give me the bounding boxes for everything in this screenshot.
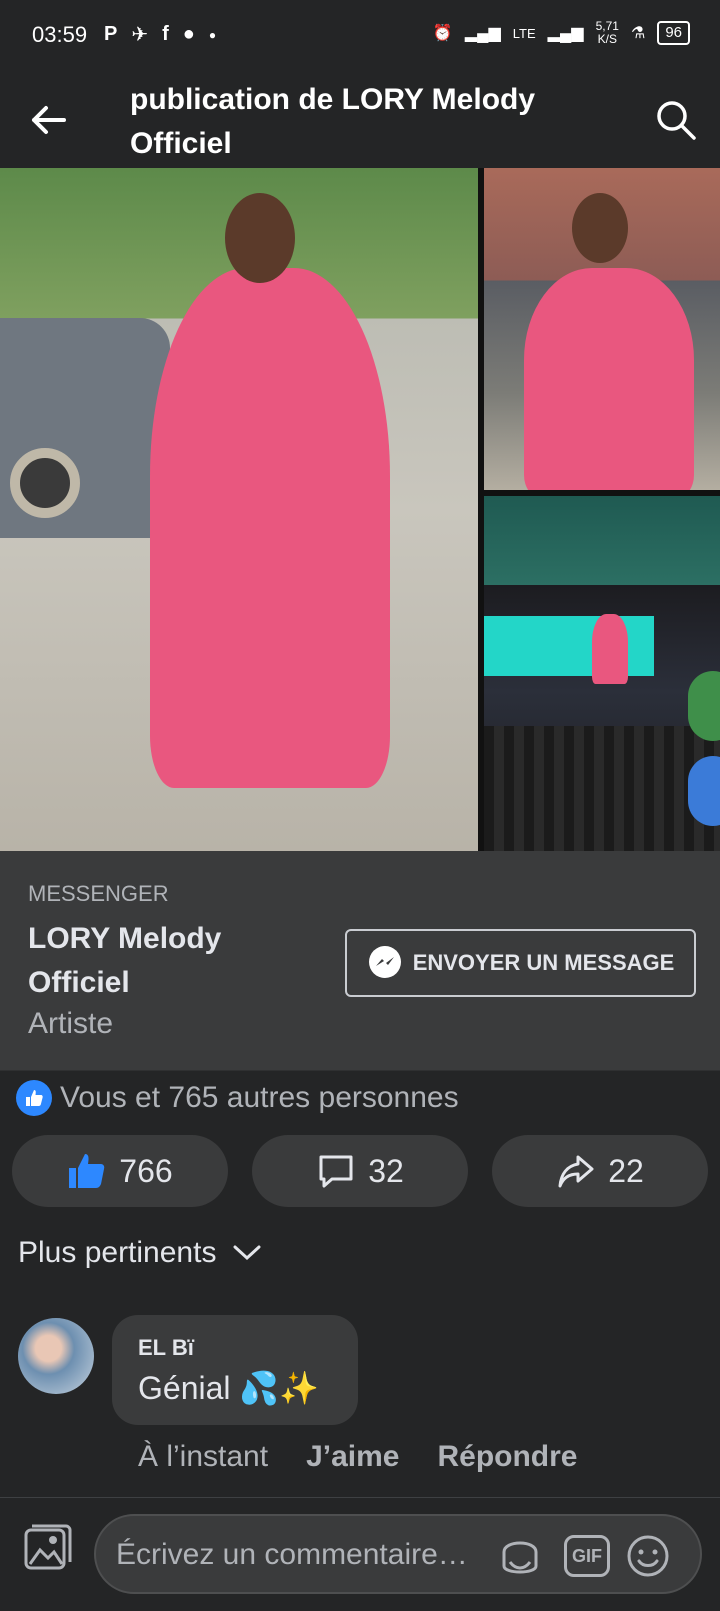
comment-text: Génial 💦✨ (138, 1370, 320, 1406)
telegram-icon: ✈ (131, 24, 149, 46)
page-title: publication de LORY Melody Officiel (130, 83, 536, 160)
add-photo-button[interactable] (20, 1520, 74, 1574)
status-time: 03:59 (32, 22, 88, 47)
post-page: 03:59 P ✈ f ● ● ⏰ ▂▄▆ LTE ▂▄▆ 5,71 K/S ⚗… (0, 0, 720, 1611)
app-header: publication de LORY Melody Officiel (0, 70, 720, 168)
floating-chat-head-blue[interactable] (688, 756, 720, 826)
floating-chat-head-green[interactable] (688, 671, 720, 741)
comment-bubble-icon (319, 1155, 353, 1188)
messenger-card: MESSENGER LORY Melody Officiel Artiste E… (0, 851, 720, 1071)
like-count: 766 (119, 1152, 173, 1189)
gif-button[interactable]: GIF (564, 1535, 610, 1577)
comment-time: À l’instant (138, 1440, 269, 1473)
share-button[interactable]: 22 (492, 1135, 708, 1207)
send-message-label: ENVOYER UN MESSAGE (412, 950, 675, 975)
more-notifications-dot-icon: ● (208, 27, 217, 42)
performer-figure (592, 614, 628, 684)
arrow-left-icon (32, 106, 66, 134)
alarm-icon: ⏰ (432, 25, 453, 42)
stage-screen (484, 616, 654, 676)
comment-input[interactable] (116, 1530, 486, 1580)
send-message-button[interactable]: ENVOYER UN MESSAGE (345, 929, 696, 997)
chevron-down-icon (233, 1245, 261, 1261)
avatar-sticker-button[interactable] (496, 1532, 544, 1580)
search-button[interactable] (654, 98, 698, 142)
comment-author[interactable]: EL Bï (138, 1335, 194, 1361)
woman-figure-2 (524, 268, 694, 490)
comment-button[interactable]: 32 (252, 1135, 468, 1207)
facebook-icon: f (162, 23, 169, 45)
share-count: 22 (608, 1152, 644, 1189)
head-shape-2 (572, 193, 628, 263)
head-shape (225, 193, 295, 283)
p-app-icon: P (104, 23, 118, 45)
signal-icon: ▂▄▆ (464, 25, 501, 42)
messenger-label: MESSENGER (28, 881, 169, 906)
avatar[interactable] (18, 1318, 94, 1394)
photo-main[interactable] (0, 168, 478, 851)
sort-label: Plus pertinents (18, 1236, 217, 1269)
photo-gallery-icon (24, 1524, 72, 1570)
emoji-button[interactable] (624, 1532, 672, 1580)
signal-icon-2: ▂▄▆ (547, 25, 584, 42)
page-name[interactable]: LORY Melody Officiel (28, 917, 318, 1005)
comment-count: 32 (368, 1152, 404, 1189)
wheel-shape (10, 448, 80, 518)
comment-reply-button[interactable]: Répondre (437, 1440, 577, 1474)
notification-icons: P ✈ f ● ● (104, 22, 216, 47)
post-photo-grid (0, 168, 720, 851)
search-icon (657, 101, 696, 140)
battery-indicator: 96 (657, 21, 690, 45)
reactions-summary-text: Vous et 765 autres personnes (60, 1081, 459, 1114)
share-arrow-icon (558, 1155, 594, 1188)
status-bar: 03:59 P ✈ f ● ● ⏰ ▂▄▆ LTE ▂▄▆ 5,71 K/S ⚗… (0, 0, 720, 70)
messenger-icon (368, 946, 401, 978)
photo-top-right[interactable] (484, 168, 720, 490)
like-reaction-icon (16, 1080, 52, 1116)
comment-meta: À l’instant J’aime Répondre (138, 1440, 578, 1474)
messenger-notification-icon: ● (182, 23, 195, 45)
photo-bottom-right[interactable] (484, 496, 720, 851)
comment-composer: GIF (0, 1497, 720, 1611)
woman-figure (150, 268, 390, 788)
comment-like-button[interactable]: J’aime (306, 1440, 399, 1474)
avatar-sticker-icon (502, 1541, 538, 1574)
comment-bubble[interactable]: EL Bï Génial 💦✨ (112, 1315, 358, 1425)
comment-input-wrapper: GIF (94, 1514, 702, 1594)
network-speed: 5,71 K/S (596, 20, 619, 46)
thumbs-up-icon (69, 1154, 105, 1188)
comment-sort-dropdown[interactable]: Plus pertinents (18, 1236, 262, 1270)
speed-unit: K/S (597, 32, 617, 46)
reactions-summary[interactable]: Vous et 765 autres personnes (16, 1080, 459, 1116)
like-button[interactable]: 766 (12, 1135, 228, 1207)
lab-icon: ⚗ (630, 25, 646, 42)
page-category: Artiste (28, 1007, 114, 1040)
stage-curtain (484, 726, 720, 851)
post-action-row: 766 32 22 (12, 1135, 708, 1207)
back-button[interactable] (26, 98, 70, 142)
system-icons: ⏰ ▂▄▆ LTE ▂▄▆ 5,71 K/S ⚗ 96 (433, 20, 690, 46)
smiley-icon (627, 1535, 669, 1577)
network-type: LTE (512, 25, 536, 41)
